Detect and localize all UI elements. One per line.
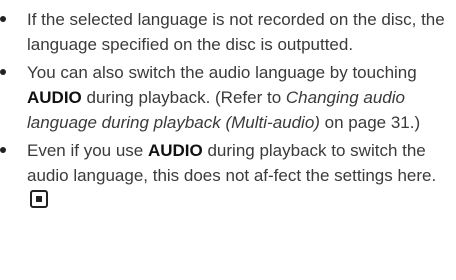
audio-button-label: AUDIO <box>27 88 82 107</box>
note-text-start: Even if you use <box>27 141 148 160</box>
note-text-start: You can also switch the audio language b… <box>27 63 417 82</box>
notes-list: If the selected language is not recorded… <box>0 7 452 216</box>
note-text: If the selected language is not recorded… <box>27 10 445 54</box>
note-item: If the selected language is not recorded… <box>0 7 452 57</box>
stop-square-icon <box>30 190 48 208</box>
bullet-icon <box>0 147 6 153</box>
bullet-icon <box>0 16 6 22</box>
note-item: You can also switch the audio language b… <box>0 60 452 135</box>
bullet-icon <box>0 69 6 75</box>
audio-button-label: AUDIO <box>147 141 203 160</box>
note-text-middle: during playback. (Refer to <box>81 88 286 107</box>
note-item: Even if you use AUDIO during playback to… <box>0 138 452 213</box>
note-text-end: on page 31.) <box>319 113 421 132</box>
